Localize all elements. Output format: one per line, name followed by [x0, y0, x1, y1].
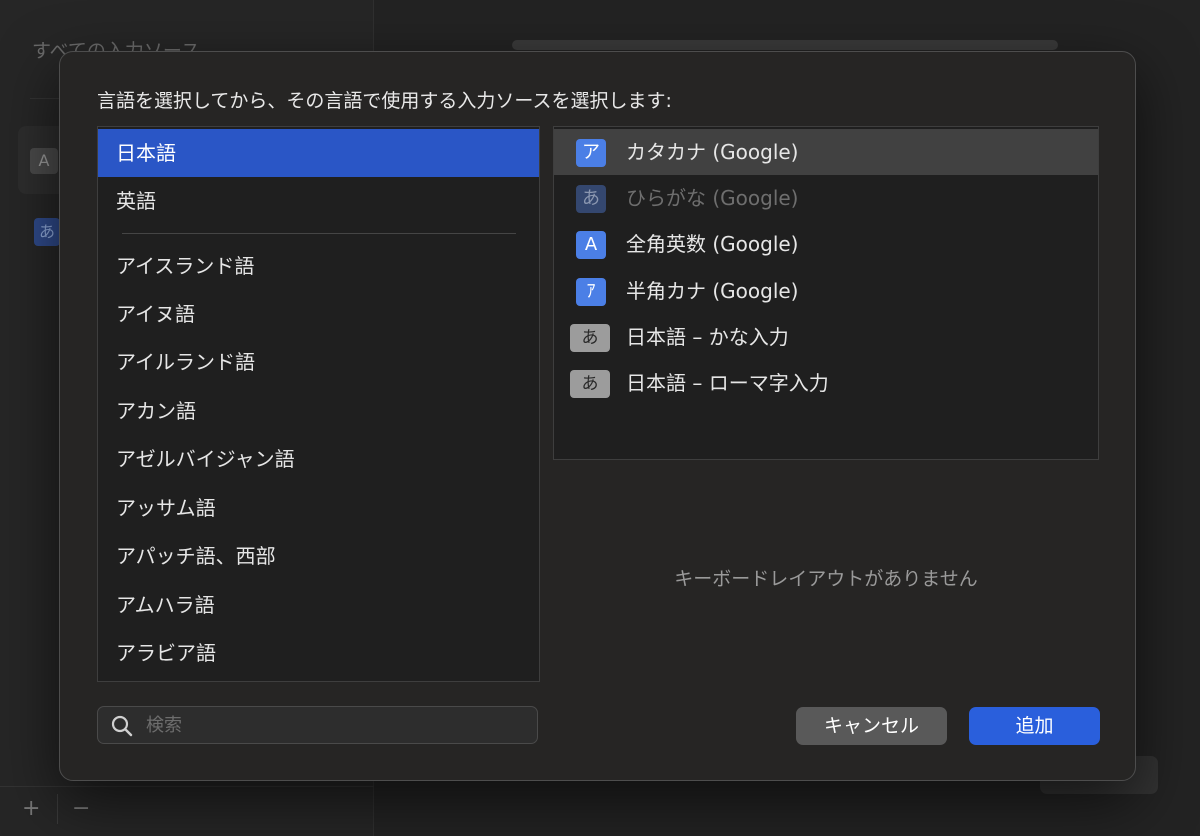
- language-list[interactable]: 日本語 英語 アイスランド語 アイヌ語 アイルランド語 アカン語 アゼルバイジャ…: [97, 126, 540, 682]
- input-source-halfwidth-kana[interactable]: ｱ 半角カナ (Google): [554, 268, 1098, 314]
- language-item[interactable]: アパッチ語、西部: [98, 532, 539, 580]
- input-source-label: 日本語 – かな入力: [626, 325, 789, 349]
- language-item[interactable]: アイスランド語: [98, 242, 539, 290]
- background-separator: [57, 794, 58, 824]
- katakana-icon: ア: [576, 139, 606, 167]
- add-input-source-dialog: 言語を選択してから、その言語で使用する入力ソースを選択します: 日本語 英語 ア…: [59, 51, 1136, 781]
- fullwidth-alpha-icon: A: [576, 231, 606, 259]
- search-icon: [111, 715, 133, 737]
- input-source-romaji-input[interactable]: あ 日本語 – ローマ字入力: [554, 360, 1098, 406]
- background-input-badge: あ: [34, 218, 60, 246]
- language-item[interactable]: アムハラ語: [98, 581, 539, 629]
- input-source-list[interactable]: ア カタカナ (Google) あ ひらがな (Google) A 全角英数 (…: [553, 126, 1099, 460]
- no-keyboard-layout-message: キーボードレイアウトがありません: [674, 568, 978, 590]
- language-item-japanese[interactable]: 日本語: [98, 129, 539, 177]
- background-card-badge: A: [30, 148, 58, 174]
- hiragana-icon: あ: [576, 185, 606, 213]
- input-source-label: カタカナ (Google): [626, 140, 799, 164]
- background-add-icon: +: [22, 796, 41, 821]
- halfwidth-kana-icon: ｱ: [576, 278, 606, 306]
- input-source-kana-input[interactable]: あ 日本語 – かな入力: [554, 314, 1098, 360]
- language-item[interactable]: アイルランド語: [98, 338, 539, 386]
- language-item-english[interactable]: 英語: [98, 177, 539, 225]
- input-source-hiragana: あ ひらがな (Google): [554, 175, 1098, 221]
- input-source-label: ひらがな (Google): [626, 186, 799, 210]
- language-item[interactable]: アイヌ語: [98, 290, 539, 338]
- input-source-label: 全角英数 (Google): [626, 232, 799, 256]
- add-button[interactable]: 追加: [969, 707, 1100, 745]
- search-input[interactable]: [146, 707, 526, 743]
- input-source-katakana[interactable]: ア カタカナ (Google): [554, 129, 1098, 175]
- dialog-instruction: 言語を選択してから、その言語で使用する入力ソースを選択します:: [97, 90, 672, 112]
- language-item[interactable]: アゼルバイジャン語: [98, 435, 539, 483]
- language-item[interactable]: アカン語: [98, 387, 539, 435]
- background-toolbar: [512, 40, 1058, 50]
- search-field[interactable]: [97, 706, 538, 744]
- input-source-label: 日本語 – ローマ字入力: [626, 371, 829, 395]
- cancel-button[interactable]: キャンセル: [796, 707, 947, 745]
- language-item[interactable]: アッサム語: [98, 484, 539, 532]
- japanese-input-icon: あ: [570, 370, 610, 398]
- input-source-fullwidth-alnum[interactable]: A 全角英数 (Google): [554, 221, 1098, 267]
- language-item[interactable]: アラビア語: [98, 629, 539, 677]
- background-bottom-divider: [0, 786, 374, 787]
- input-source-label: 半角カナ (Google): [626, 279, 799, 303]
- background-remove-icon: −: [72, 796, 91, 821]
- language-list-divider: [122, 233, 516, 234]
- japanese-input-icon: あ: [570, 324, 610, 352]
